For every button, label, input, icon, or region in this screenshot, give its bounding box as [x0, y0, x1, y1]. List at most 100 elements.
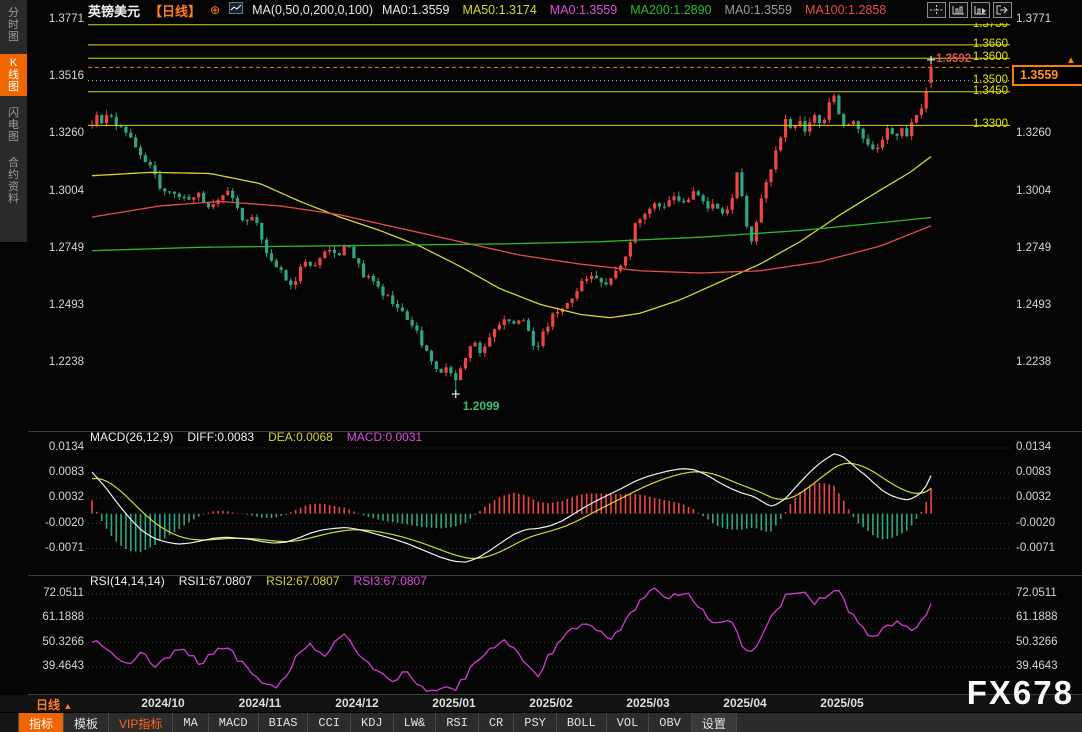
- panel-play-icon[interactable]: [971, 2, 990, 18]
- ma-value: MA50:1.3174: [462, 3, 536, 17]
- toolbar-button-CR[interactable]: CR: [479, 713, 514, 732]
- level-price-label: 1.3450: [946, 85, 1008, 97]
- macd-tick-right: 0.0134: [1016, 441, 1051, 453]
- high-price-label: 1.3592: [936, 53, 971, 65]
- toolbar-button-MA[interactable]: MA: [173, 713, 208, 732]
- panel-up-icon[interactable]: [949, 2, 968, 18]
- ma-value: MA0:1.3559: [382, 3, 449, 17]
- toolbar-button-CCI[interactable]: CCI: [308, 713, 351, 732]
- rsi-tick-right: 50.3266: [1016, 636, 1058, 648]
- price-tick-right: 1.3004: [1016, 185, 1051, 197]
- period-selector-label: 日线: [36, 698, 60, 712]
- period-selector[interactable]: 日线 ▲: [36, 696, 72, 713]
- sidebar-tab-3[interactable]: 闪电图: [0, 104, 27, 146]
- ma-value: MA0:1.3559: [725, 3, 792, 17]
- crosshair-icon[interactable]: [927, 2, 946, 18]
- exit-icon[interactable]: [993, 2, 1012, 18]
- price-tick-left: 1.3516: [32, 70, 84, 82]
- toolbar-button-BIAS[interactable]: BIAS: [259, 713, 309, 732]
- current-price-box: 1.3559: [1012, 65, 1082, 86]
- toolbar-button-指标[interactable]: 指标: [19, 713, 64, 732]
- macd-tick-right: -0.0071: [1016, 542, 1055, 554]
- rsi-tick-right: 61.1888: [1016, 611, 1058, 623]
- date-label: 2025/02: [529, 696, 572, 710]
- rsi-tick-left: 72.0511: [32, 587, 84, 599]
- toolbar-button-设置[interactable]: 设置: [692, 713, 737, 732]
- indicator-value: RSI2:67.0807: [266, 574, 339, 588]
- price-tick-left: 1.3771: [32, 13, 84, 25]
- price-up-arrow-icon: ▲: [1066, 55, 1076, 66]
- ma-value: MA200:1.2890: [630, 3, 711, 17]
- date-label: 2024/10: [141, 696, 184, 710]
- macd-tick-left: 0.0083: [32, 466, 84, 478]
- chart-header: 英镑美元 【日线】 ⊕ MA(0,50,0,200,0,100) MA0:1.3…: [88, 2, 886, 18]
- ma-settings: MA(0,50,0,200,0,100): [252, 3, 373, 17]
- trading-app-window: 分时图 K线图闪电图合约资料 英镑美元 【日线】 ⊕ MA(0,50,0,200,…: [0, 0, 1082, 732]
- macd-tick-right: 0.0032: [1016, 491, 1051, 503]
- price-tick-left: 1.2493: [32, 299, 84, 311]
- ma-value: MA100:1.2858: [805, 3, 886, 17]
- indicator-value: RSI3:67.0807: [354, 574, 427, 588]
- add-indicator-icon[interactable]: ⊕: [210, 3, 220, 17]
- macd-tick-left: 0.0032: [32, 491, 84, 503]
- macd-params: MACD(26,12,9): [90, 430, 173, 444]
- chart-canvas[interactable]: [0, 0, 1082, 732]
- toolbar-button-MACD[interactable]: MACD: [209, 713, 259, 732]
- chevron-up-icon: ▲: [63, 701, 72, 711]
- date-label: 2025/04: [723, 696, 766, 710]
- indicator-value: RSI1:67.0807: [179, 574, 252, 588]
- price-tick-left: 1.2238: [32, 356, 84, 368]
- rsi-tick-left: 50.3266: [32, 636, 84, 648]
- indicator-toolbar: 指标模板VIP指标MAMACDBIASCCIKDJLW&RSICRPSYBOLL…: [0, 712, 1082, 732]
- toolbar-button-OBV[interactable]: OBV: [649, 713, 692, 732]
- toolbar-button-RSI[interactable]: RSI: [436, 713, 479, 732]
- macd-tick-left: 0.0134: [32, 441, 84, 453]
- toolbar-corner: [0, 713, 19, 732]
- price-tick-right: 1.2238: [1016, 356, 1051, 368]
- price-tick-right: 1.2749: [1016, 242, 1051, 254]
- sidebar-tab-2[interactable]: K线图: [0, 54, 27, 96]
- ma-values: MA0:1.3559 MA50:1.3174 MA0:1.3559 MA200:1.2…: [382, 3, 886, 17]
- level-price-label: 1.3300: [946, 118, 1008, 130]
- macd-tick-left: -0.0020: [32, 517, 84, 529]
- toolbar-button-VOL[interactable]: VOL: [607, 713, 650, 732]
- rsi-params: RSI(14,14,14): [90, 574, 165, 588]
- sidebar-tab-4[interactable]: 合约资料: [0, 154, 27, 208]
- header-toolbar: [927, 2, 1012, 18]
- indicator-value: MACD:0.0031: [347, 430, 422, 444]
- price-tick-right: 1.3260: [1016, 127, 1051, 139]
- rsi-tick-right: 39.4643: [1016, 660, 1058, 672]
- macd-tick-right: -0.0020: [1016, 517, 1055, 529]
- macd-tick-left: -0.0071: [32, 542, 84, 554]
- toolbar-button-VIP指标[interactable]: VIP指标: [109, 713, 173, 732]
- period-label[interactable]: 【日线】: [149, 1, 201, 20]
- date-label: 2024/11: [239, 696, 282, 710]
- rsi-tick-left: 61.1888: [32, 611, 84, 623]
- date-label: 2024/12: [335, 696, 378, 710]
- toolbar-button-KDJ[interactable]: KDJ: [351, 713, 394, 732]
- price-tick-left: 1.3004: [32, 185, 84, 197]
- price-tick-left: 1.3260: [32, 127, 84, 139]
- sidebar-tab-1[interactable]: 分时图: [0, 4, 27, 46]
- low-price-label: 1.2099: [463, 399, 500, 413]
- toolbar-button-模板[interactable]: 模板: [64, 713, 109, 732]
- price-tick-right: 1.3771: [1016, 13, 1051, 25]
- indicator-value: DEA:0.0068: [268, 430, 333, 444]
- level-price-label: 1.3660: [946, 38, 1008, 50]
- rsi-title-row: RSI(14,14,14) RSI1:67.0807 RSI2:67.0807 RS…: [90, 574, 427, 588]
- time-axis: 日线 ▲ 2024/10 2024/11 2024/12 2025/01 2025/02…: [0, 695, 1082, 712]
- toolbar-button-LW&[interactable]: LW&: [394, 713, 437, 732]
- date-label: 2025/03: [626, 696, 669, 710]
- macd-tick-right: 0.0083: [1016, 466, 1051, 478]
- rsi-tick-left: 39.4643: [32, 660, 84, 672]
- date-label: 2025/01: [432, 696, 475, 710]
- toolbar-button-PSY[interactable]: PSY: [514, 713, 557, 732]
- sidebar: 分时图 K线图闪电图合约资料: [0, 0, 27, 242]
- macd-title-row: MACD(26,12,9) DIFF:0.0083DEA:0.0068MACD:…: [90, 430, 422, 444]
- toolbar-button-BOLL[interactable]: BOLL: [557, 713, 607, 732]
- mini-chart-icon: [229, 1, 243, 19]
- ma-value: MA0:1.3559: [550, 3, 617, 17]
- price-tick-left: 1.2749: [32, 242, 84, 254]
- date-label: 2025/05: [820, 696, 863, 710]
- symbol-name: 英镑美元: [88, 1, 140, 20]
